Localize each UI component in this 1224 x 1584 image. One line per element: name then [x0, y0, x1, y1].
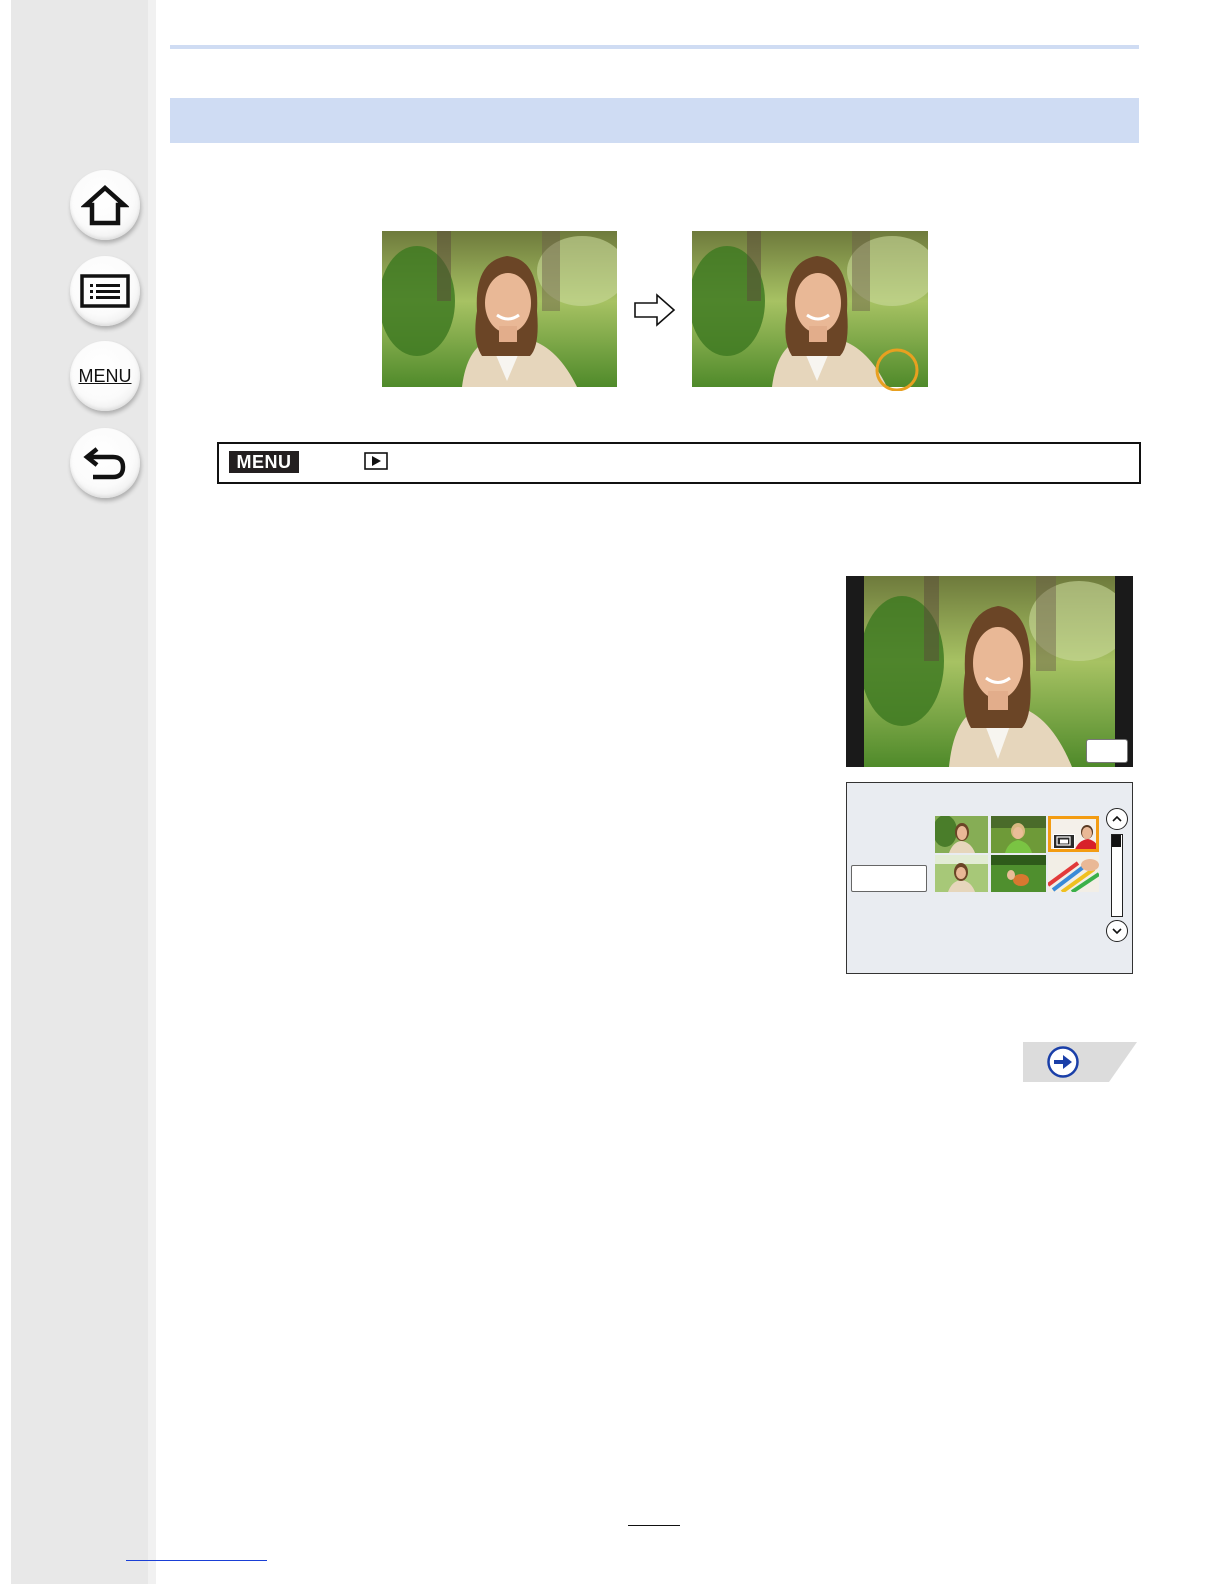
page-number-rule	[628, 1525, 680, 1526]
screen-touch-button[interactable]	[1086, 739, 1128, 763]
thumbnail[interactable]	[991, 816, 1046, 853]
menu-button[interactable]: MENU	[70, 341, 140, 411]
screen-set-button[interactable]	[851, 865, 927, 892]
menu-badge: MENU	[229, 451, 299, 473]
thumbnail[interactable]	[1048, 855, 1099, 892]
thumbnail[interactable]	[935, 816, 988, 853]
playback-screen-image	[864, 576, 1115, 767]
menu-text-icon: MENU	[78, 365, 132, 386]
image-stack-icon	[1053, 834, 1075, 854]
home-icon	[81, 183, 129, 227]
scrollbar[interactable]	[1111, 834, 1123, 917]
thumbnail[interactable]	[991, 855, 1046, 892]
back-button[interactable]	[70, 428, 140, 498]
sidebar	[11, 0, 148, 1584]
chevron-down-icon	[1111, 922, 1123, 940]
section-title-band	[170, 98, 1139, 143]
scroll-up-button[interactable]	[1106, 808, 1128, 830]
footer-link-underline[interactable]	[126, 1560, 267, 1561]
scroll-down-button[interactable]	[1106, 920, 1128, 942]
next-page-button[interactable]	[1023, 1042, 1137, 1082]
home-button[interactable]	[70, 170, 140, 240]
contents-button[interactable]	[70, 256, 140, 326]
back-arrow-icon	[81, 443, 129, 483]
list-icon	[80, 274, 130, 308]
portrait-after-image	[692, 231, 928, 391]
playback-icon	[364, 452, 388, 475]
top-rule	[170, 45, 1139, 49]
menu-path-box: MENU	[217, 442, 1141, 484]
sidebar-edge	[148, 0, 156, 1584]
scrollbar-thumb[interactable]	[1112, 835, 1121, 847]
portrait-before-image	[382, 231, 617, 387]
arrow-right-icon	[633, 292, 677, 333]
chevron-up-icon	[1111, 810, 1123, 828]
thumbnail[interactable]	[935, 855, 988, 892]
next-arrow-icon	[1046, 1045, 1080, 1084]
